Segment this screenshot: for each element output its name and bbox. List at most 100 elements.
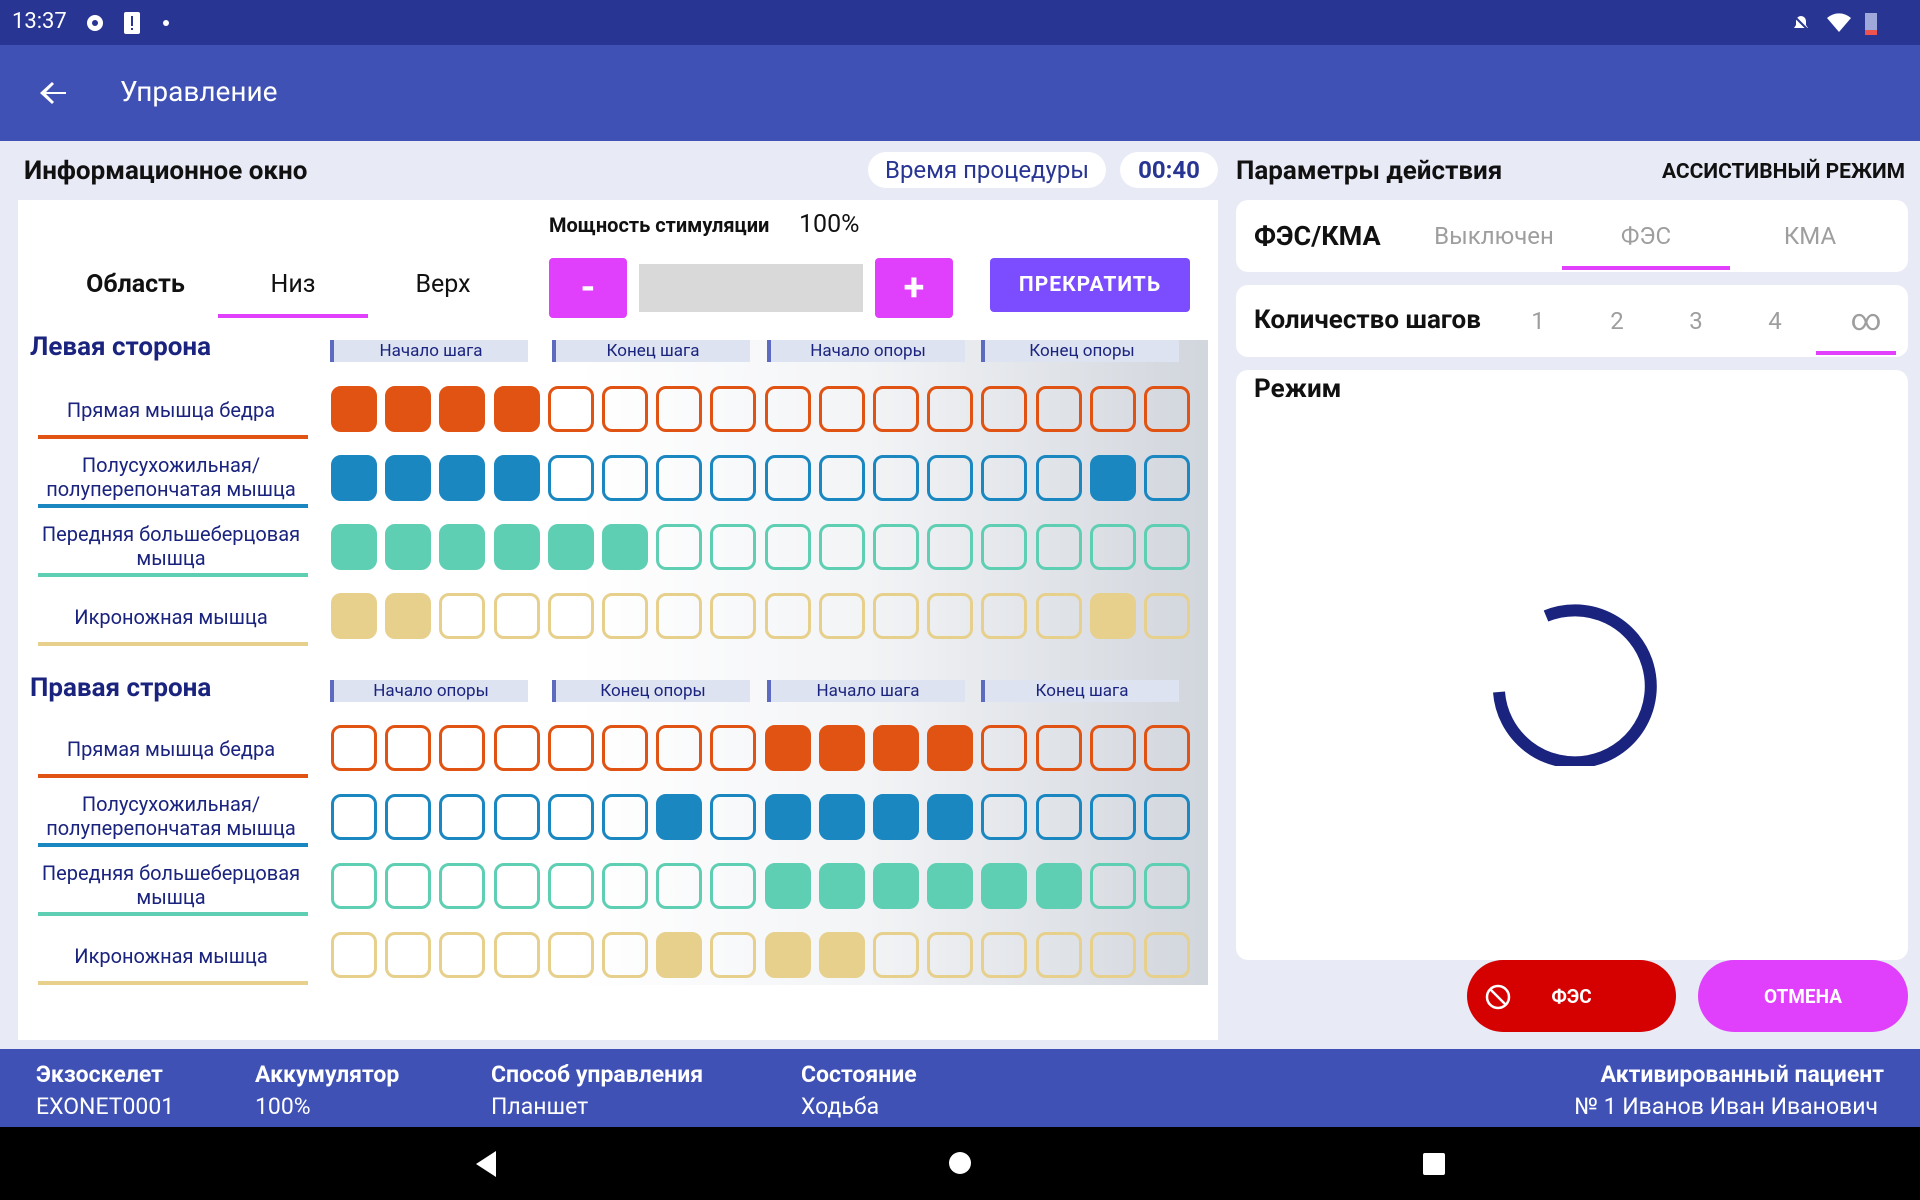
stimulation-cell[interactable] [547,794,594,840]
stimulation-cell[interactable] [927,455,974,501]
stimulation-cell[interactable] [331,455,377,501]
stimulation-cell[interactable] [331,794,377,840]
stimulation-cell[interactable] [1035,455,1082,501]
stimulation-cell[interactable] [493,725,540,771]
back-arrow-icon[interactable] [36,75,72,111]
stimulation-cell[interactable] [873,455,919,501]
stimulation-cell[interactable] [547,593,594,639]
stimulation-cell[interactable] [818,455,865,501]
stimulation-cell[interactable] [927,593,974,639]
stimulation-cell[interactable] [656,386,703,432]
decrease-power-button[interactable]: - [549,258,627,318]
stimulation-cell[interactable] [818,863,865,909]
stimulation-cell[interactable] [927,386,974,432]
stimulation-cell[interactable] [547,386,594,432]
stimulation-cell[interactable] [927,932,974,978]
stimulation-cell[interactable] [1144,386,1190,432]
fes-option-fes[interactable]: ФЭС [1562,222,1730,250]
stimulation-cell[interactable] [602,794,648,840]
stimulation-cell[interactable] [981,455,1028,501]
stimulation-cell[interactable] [1144,593,1190,639]
nav-back-icon[interactable] [472,1149,500,1179]
stimulation-cell[interactable] [439,863,486,909]
stimulation-cell[interactable] [1035,794,1082,840]
stimulation-cell[interactable] [439,932,486,978]
stimulation-cell[interactable] [331,593,377,639]
stimulation-cell[interactable] [439,593,486,639]
stimulation-cell[interactable] [439,524,486,570]
stimulation-cell[interactable] [385,455,432,501]
stimulation-cell[interactable] [873,932,919,978]
fes-option-off[interactable]: Выключен [1414,222,1574,250]
stimulation-cell[interactable] [981,593,1028,639]
steps-option-1[interactable]: 1 [1518,307,1558,335]
stimulation-cell[interactable] [602,593,648,639]
stimulation-cell[interactable] [331,386,377,432]
stimulation-cell[interactable] [602,524,648,570]
stimulation-cell[interactable] [493,593,540,639]
stimulation-cell[interactable] [547,932,594,978]
stimulation-cell[interactable] [331,524,377,570]
stimulation-cell[interactable] [818,593,865,639]
steps-option-4[interactable]: 4 [1755,307,1795,335]
stimulation-cell[interactable] [1035,863,1082,909]
stimulation-cell[interactable] [547,863,594,909]
stimulation-cell[interactable] [927,863,974,909]
stimulation-cell[interactable] [331,863,377,909]
stimulation-cell[interactable] [547,725,594,771]
stimulation-cell[interactable] [1144,455,1190,501]
stimulation-cell[interactable] [981,932,1028,978]
stimulation-cell[interactable] [873,794,919,840]
stimulation-cell[interactable] [1035,593,1082,639]
stimulation-cell[interactable] [873,524,919,570]
stimulation-cell[interactable] [818,386,865,432]
stimulation-cell[interactable] [331,932,377,978]
steps-option-3[interactable]: 3 [1676,307,1716,335]
stimulation-cell[interactable] [385,863,432,909]
tab-low[interactable]: Низ [218,270,368,299]
stimulation-cell[interactable] [710,794,757,840]
stimulation-cell[interactable] [493,863,540,909]
stimulation-cell[interactable] [710,932,757,978]
stimulation-cell[interactable] [764,455,811,501]
stimulation-cell[interactable] [331,725,377,771]
stimulation-cell[interactable] [656,455,703,501]
stimulation-cell[interactable] [602,725,648,771]
fes-option-kma[interactable]: КМА [1730,222,1890,250]
stimulation-cell[interactable] [981,725,1028,771]
stimulation-cell[interactable] [710,455,757,501]
stimulation-cell[interactable] [873,725,919,771]
stimulation-cell[interactable] [1035,386,1082,432]
stimulation-cell[interactable] [1089,455,1136,501]
stimulation-cell[interactable] [1089,524,1136,570]
stimulation-cell[interactable] [710,593,757,639]
stimulation-cell[interactable] [818,794,865,840]
cancel-button[interactable]: ОТМЕНА [1698,960,1908,1032]
stimulation-cell[interactable] [385,524,432,570]
stimulation-cell[interactable] [656,725,703,771]
fes-button[interactable]: ФЭС [1467,960,1676,1032]
tab-up[interactable]: Верх [368,270,518,299]
stimulation-cell[interactable] [439,455,486,501]
stimulation-cell[interactable] [602,932,648,978]
stimulation-cell[interactable] [493,524,540,570]
increase-power-button[interactable]: + [875,258,953,318]
stimulation-cell[interactable] [764,932,811,978]
stimulation-cell[interactable] [710,863,757,909]
stimulation-cell[interactable] [1089,863,1136,909]
stimulation-cell[interactable] [981,863,1028,909]
stimulation-cell[interactable] [1144,932,1190,978]
stimulation-cell[interactable] [764,386,811,432]
stimulation-cell[interactable] [493,455,540,501]
stimulation-cell[interactable] [927,524,974,570]
stimulation-cell[interactable] [656,932,703,978]
stimulation-cell[interactable] [493,794,540,840]
stimulation-cell[interactable] [1144,725,1190,771]
stimulation-cell[interactable] [764,725,811,771]
stimulation-cell[interactable] [873,386,919,432]
stimulation-cell[interactable] [1035,725,1082,771]
stimulation-cell[interactable] [710,524,757,570]
stimulation-cell[interactable] [385,725,432,771]
stimulation-cell[interactable] [656,593,703,639]
stimulation-cell[interactable] [1089,725,1136,771]
